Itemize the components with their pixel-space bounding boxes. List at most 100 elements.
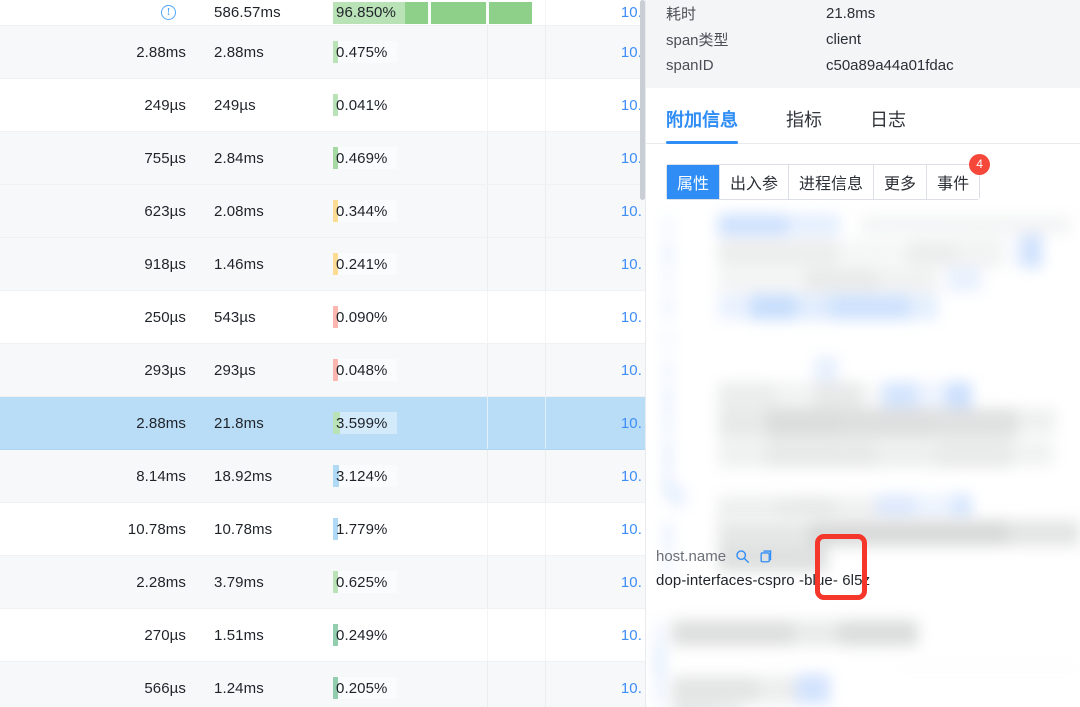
table-row[interactable]: 918µs 1.46ms 0.241% 10. [0,238,646,291]
info-icon-cell: ! [0,5,200,20]
table-row[interactable]: 8.14ms 18.92ms 3.124% 10. [0,450,646,503]
copy-icon[interactable] [759,549,774,564]
cell-total-time: 1.51ms [214,626,264,644]
table-vertical-scrollbar[interactable] [639,0,646,707]
info-icon[interactable]: ! [161,5,176,20]
duration-bar-track: 1.779% [330,518,588,540]
tab-additional-info[interactable]: 附加信息 [666,106,738,144]
cell-ip-address[interactable]: 10. [588,362,646,379]
meta-row: spanID c50a89a44a01fdac [646,52,1080,78]
duration-percent-label: 0.205% [336,679,388,697]
cell-ip-address[interactable]: 10. [588,44,646,61]
duration-percent-label: 0.090% [336,308,388,326]
span-meta-box: 耗时 21.8ms span类型 client spanID c50a89a44… [646,0,1080,88]
cell-ip-address[interactable]: 10. [588,521,646,538]
duration-bar-track: 0.205% [330,677,588,699]
cell-ip-address[interactable]: 10. [588,97,646,114]
cell-self-time: 250µs [144,308,186,326]
cell-ip-address[interactable]: 10. [588,150,646,167]
cell-self-time: 293µs [144,361,186,379]
duration-percent-label: 0.344% [336,202,388,220]
duration-bar-track: 0.475% [330,41,588,63]
tab-logs[interactable]: 日志 [870,106,906,143]
attribute-key-label: host.name [656,548,727,565]
cell-ip-address[interactable]: 10. [588,680,646,697]
cell-ip-address[interactable]: 10. [588,627,646,644]
search-icon[interactable] [735,549,750,564]
cell-ip-address[interactable]: 10. [588,256,646,273]
cell-duration-bar: 0.625% [330,556,588,609]
table-row-list: ! 586.57ms 96.850% 10. 2.88ms 2.88ms 0.475% 10.… [0,0,646,707]
duration-percent-label: 0.241% [336,255,388,273]
detail-tab-bar: 附加信息 指标 日志 [646,88,1080,144]
cell-total-time: 1.46ms [214,255,264,273]
duration-bar-track: 0.469% [330,147,588,169]
cell-ip-address[interactable]: 10. [588,468,646,485]
meta-key-span-type: span类型 [666,31,729,49]
seg-attributes[interactable]: 属性 [667,165,721,199]
cell-self-time: 270µs [144,626,186,644]
attribute-key-line: host.name [656,548,1080,565]
duration-percent-label: 3.599% [336,414,388,432]
cell-total-time: 1.24ms [214,679,264,697]
meta-value-span-id: c50a89a44a01fdac [826,56,954,74]
cell-duration-bar: 96.850% [330,0,588,26]
cell-total-time: 249µs [214,96,256,114]
cell-self-time: 2.88ms [136,414,186,432]
duration-bar-track: 96.850% [330,1,588,24]
cell-ip-address[interactable]: 10. [588,309,646,326]
meta-value-span-type: client [826,30,862,48]
table-row[interactable]: 2.28ms 3.79ms 0.625% 10. [0,556,646,609]
duration-percent-label: 96.850% [336,4,396,21]
seg-events[interactable]: 事件 4 [927,154,991,199]
cell-ip-address[interactable]: 10. [588,4,646,21]
table-row[interactable]: 10.78ms 10.78ms 1.779% 10. [0,503,646,556]
cell-duration-bar: 0.090% [330,291,588,344]
table-row[interactable]: 623µs 2.08ms 0.344% 10. [0,185,646,238]
cell-total-time: 3.79ms [214,573,264,591]
seg-process-info[interactable]: 进程信息 [789,165,875,199]
cell-duration-bar: 0.041% [330,79,588,132]
bar-column-gap [428,1,431,24]
cell-total-time: 18.92ms [214,467,273,485]
attribute-segmented-control: 属性 出入参 进程信息 更多 事件 4 [666,154,991,200]
table-row[interactable]: ! 586.57ms 96.850% 10. [0,0,646,26]
cell-duration-bar: 0.469% [330,132,588,185]
duration-bar-track: 0.625% [330,571,588,593]
table-row[interactable]: 2.88ms 21.8ms 3.599% 10. [0,397,646,450]
table-row[interactable]: 566µs 1.24ms 0.205% 10. [0,662,646,707]
cell-ip-address[interactable]: 10. [588,415,646,432]
tab-metrics[interactable]: 指标 [786,106,822,143]
events-count-badge: 4 [969,154,991,175]
meta-value-duration: 21.8ms [826,4,876,22]
bar-column-gap [486,1,489,24]
seg-params[interactable]: 出入参 [720,165,790,199]
cell-duration-bar: 3.124% [330,450,588,503]
table-row[interactable]: 293µs 293µs 0.048% 10. [0,344,646,397]
cell-self-time: 10.78ms [127,520,186,538]
cell-total-time: 543µs [214,308,256,326]
cell-self-time: 755µs [144,149,186,167]
cell-duration-bar: 0.475% [330,26,588,79]
duration-bar-track: 0.048% [330,359,588,381]
cell-duration-bar: 0.241% [330,238,588,291]
meta-key-duration: 耗时 [666,5,697,23]
duration-percent-label: 0.469% [336,149,388,167]
table-row[interactable]: 270µs 1.51ms 0.249% 10. [0,609,646,662]
cell-total-time: 21.8ms [214,414,264,432]
seg-more[interactable]: 更多 [874,165,928,199]
cell-ip-address[interactable]: 10. [588,574,646,591]
cell-self-time: 8.14ms [136,467,186,485]
duration-bar-track: 3.124% [330,465,588,487]
table-scrollbar-thumb[interactable] [640,0,645,200]
cell-duration-bar: 1.779% [330,503,588,556]
cell-duration-bar: 0.048% [330,344,588,397]
table-row[interactable]: 755µs 2.84ms 0.469% 10. [0,132,646,185]
cell-ip-address[interactable]: 10. [588,203,646,220]
table-row[interactable]: 249µs 249µs 0.041% 10. [0,79,646,132]
span-detail-panel: 耗时 21.8ms span类型 client spanID c50a89a44… [646,0,1080,707]
attribute-value-host-name: dop-interfaces-cspro -blue- 6l5z [656,572,871,589]
cell-self-time: 566µs [144,679,186,697]
table-row[interactable]: 2.88ms 2.88ms 0.475% 10. [0,26,646,79]
table-row[interactable]: 250µs 543µs 0.090% 10. [0,291,646,344]
